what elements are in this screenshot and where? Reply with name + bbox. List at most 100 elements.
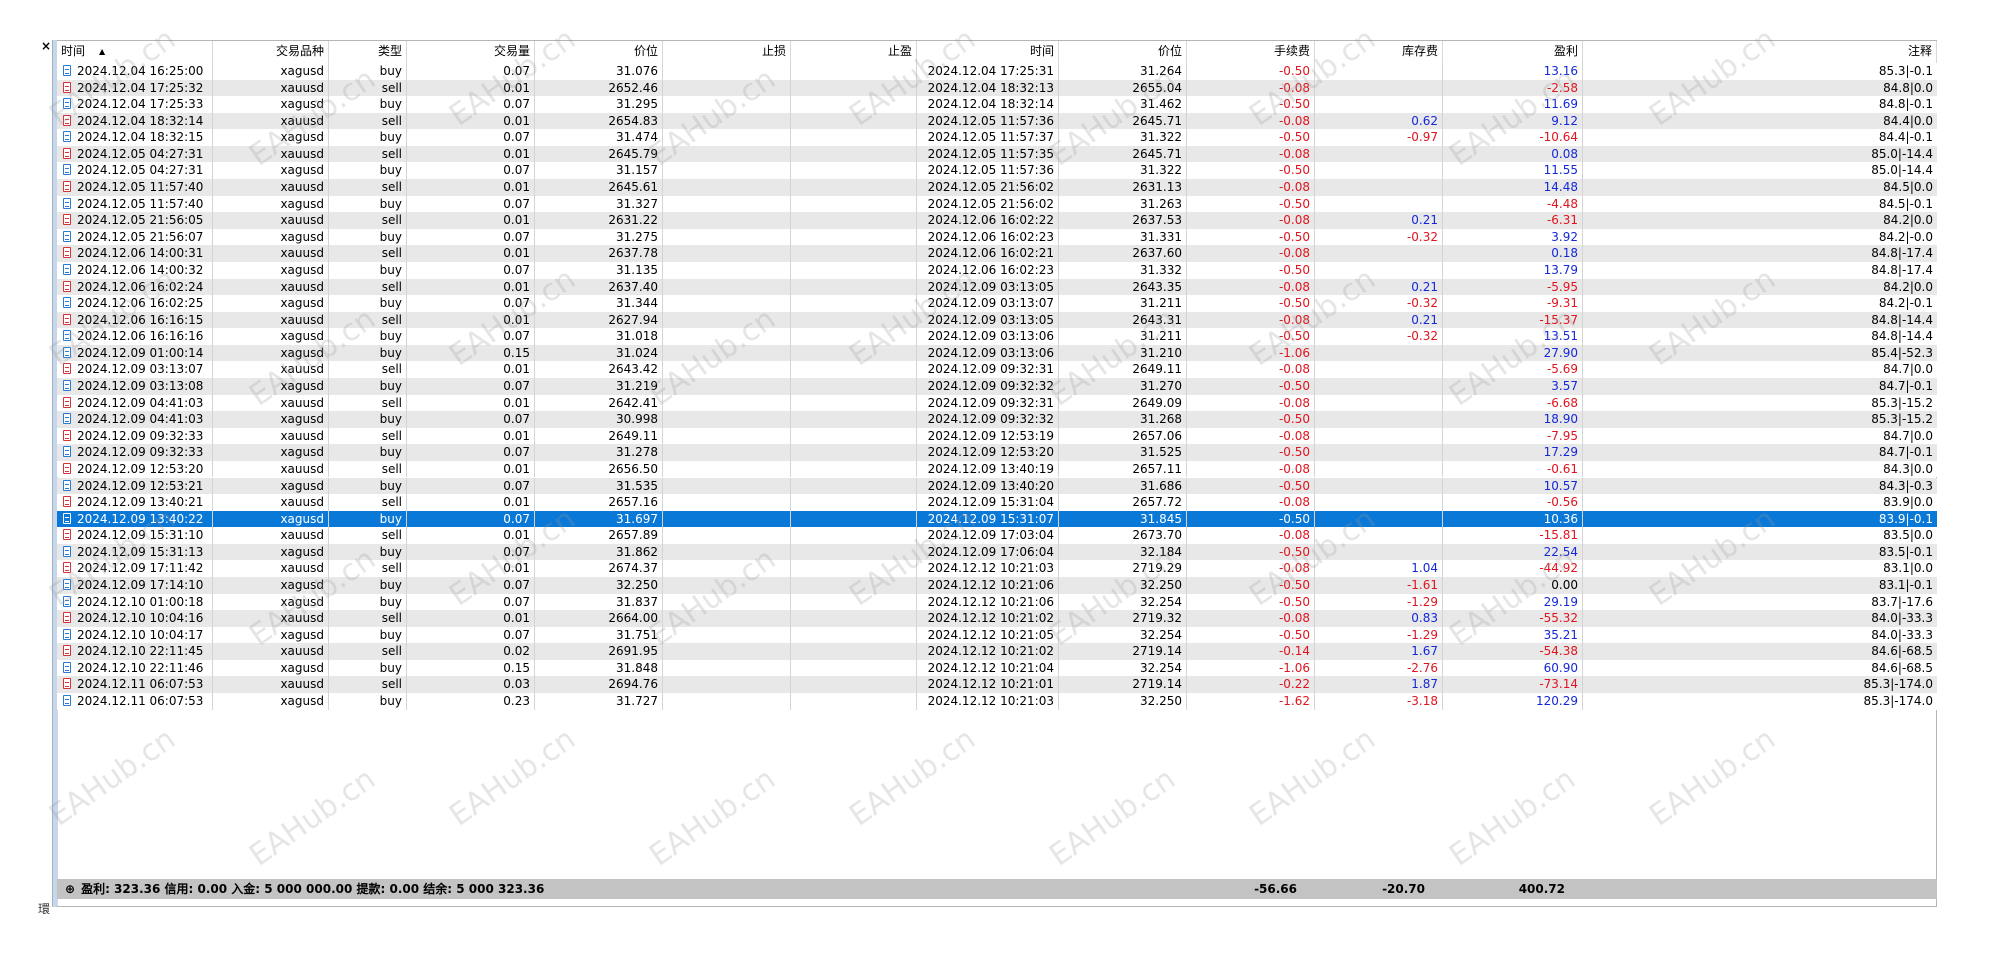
col-open-price[interactable]: 价位	[535, 41, 663, 63]
table-row[interactable]: 2024.12.06 16:16:15 xauusd sell 0.01 2627.94…	[57, 311, 1937, 329]
cell-profit: 13.16	[1443, 63, 1583, 80]
close-price-value: 31.686	[1140, 478, 1182, 493]
table-row[interactable]: 2024.12.09 13:40:22 xagusd buy 0.07 31.697 20…	[57, 510, 1937, 528]
symbol-value: xauusd	[280, 146, 324, 161]
col-comment[interactable]: 注释	[1583, 41, 1937, 63]
table-row[interactable]: 2024.12.04 16:25:00 xagusd buy 0.07 31.076 20…	[57, 63, 1937, 80]
table-row[interactable]: 2024.12.11 06:07:53 xauusd sell 0.03 2694.76…	[57, 676, 1937, 694]
cell-open-time: 2024.12.05 04:27:31	[57, 162, 213, 180]
cell-stop-loss	[663, 129, 791, 146]
col-take-profit[interactable]: 止盈	[791, 41, 917, 63]
table-row[interactable]: 2024.12.04 17:25:33 xagusd buy 0.07 31.295 20…	[57, 96, 1937, 113]
table-row[interactable]: 2024.12.09 17:14:10 xagusd buy 0.07 32.250 20…	[57, 576, 1937, 594]
table-row[interactable]: 2024.12.09 12:53:21 xagusd buy 0.07 31.535 20…	[57, 477, 1937, 495]
cell-take-profit	[791, 543, 917, 561]
cell-commission: -1.06	[1187, 659, 1315, 677]
expand-icon[interactable]: ⊕	[65, 882, 75, 896]
commission-value: -0.50	[1278, 627, 1310, 642]
cell-stop-loss	[663, 145, 791, 163]
table-row[interactable]: 2024.12.11 06:07:53 xagusd buy 0.23 31.727 20…	[57, 693, 1937, 710]
cell-close-time: 2024.12.09 15:31:07	[917, 510, 1059, 528]
type-value: sell	[381, 395, 402, 410]
col-commission[interactable]: 手续费	[1187, 41, 1315, 63]
open-time-value: 2024.12.05 21:56:07	[77, 229, 204, 244]
table-row[interactable]: 2024.12.05 11:57:40 xauusd sell 0.01 2645.61…	[57, 179, 1937, 196]
table-row[interactable]: 2024.12.09 03:13:07 xauusd sell 0.01 2643.42…	[57, 361, 1937, 379]
cell-comment: 84.2|-0.1	[1583, 295, 1937, 312]
cell-close-price: 32.254	[1059, 659, 1187, 677]
table-row[interactable]: 2024.12.09 13:40:21 xauusd sell 0.01 2657.16…	[57, 494, 1937, 511]
col-close-time[interactable]: 时间	[917, 41, 1059, 63]
cell-commission: -0.50	[1187, 593, 1315, 611]
table-row[interactable]: 2024.12.09 15:31:10 xauusd sell 0.01 2657.89…	[57, 527, 1937, 544]
table-row[interactable]: 2024.12.10 22:11:46 xagusd buy 0.15 31.848 20…	[57, 659, 1937, 677]
table-row[interactable]: 2024.12.05 04:27:31 xauusd sell 0.01 2645.79…	[57, 145, 1937, 163]
table-row[interactable]: 2024.12.09 01:00:14 xagusd buy 0.15 31.024 20…	[57, 344, 1937, 362]
volume-value: 0.01	[503, 528, 530, 543]
open-time-value: 2024.12.09 15:31:10	[77, 528, 204, 543]
table-row[interactable]: 2024.12.04 18:32:15 xagusd buy 0.07 31.474 20…	[57, 129, 1937, 146]
cell-swap: -2.76	[1315, 659, 1443, 677]
comment-value: 83.9|0.0	[1883, 495, 1933, 510]
table-row[interactable]: 2024.12.06 16:02:24 xauusd sell 0.01 2637.40…	[57, 278, 1937, 296]
col-close-price[interactable]: 价位	[1059, 41, 1187, 63]
table-row[interactable]: 2024.12.05 21:56:07 xagusd buy 0.07 31.275 20…	[57, 228, 1937, 246]
close-price-value: 2657.06	[1132, 428, 1182, 443]
table-row[interactable]: 2024.12.10 01:00:18 xagusd buy 0.07 31.837 20…	[57, 593, 1937, 611]
table-row[interactable]: 2024.12.04 18:32:14 xauusd sell 0.01 2654.83…	[57, 112, 1937, 130]
table-row[interactable]: 2024.12.09 04:41:03 xauusd sell 0.01 2642.41…	[57, 394, 1937, 412]
table-row[interactable]: 2024.12.09 09:32:33 xagusd buy 0.07 31.278 20…	[57, 444, 1937, 461]
table-row[interactable]: 2024.12.05 04:27:31 xagusd buy 0.07 31.157 20…	[57, 162, 1937, 180]
side-tab-label[interactable]: 環	[38, 900, 50, 917]
table-row[interactable]: 2024.12.05 21:56:05 xauusd sell 0.01 2631.22…	[57, 212, 1937, 229]
table-row[interactable]: 2024.12.06 14:00:31 xauusd sell 0.01 2637.78…	[57, 245, 1937, 262]
table-row[interactable]: 2024.12.10 10:04:17 xagusd buy 0.07 31.751 20…	[57, 626, 1937, 644]
profit-value: 17.29	[1543, 445, 1578, 460]
table-row[interactable]: 2024.12.09 04:41:03 xagusd buy 0.07 30.998 20…	[57, 411, 1937, 428]
table-row[interactable]: 2024.12.09 09:32:33 xauusd sell 0.01 2649.11…	[57, 427, 1937, 445]
cell-comment: 84.8|-17.4	[1583, 262, 1937, 279]
cell-stop-loss	[663, 444, 791, 461]
cell-profit: 3.57	[1443, 378, 1583, 395]
commission-value: -0.50	[1278, 544, 1310, 559]
cell-open-price: 2643.42	[535, 361, 663, 379]
table-row[interactable]: 2024.12.05 11:57:40 xagusd buy 0.07 31.327 20…	[57, 195, 1937, 213]
cell-volume: 0.01	[407, 179, 535, 196]
open-time-value: 2024.12.04 16:25:00	[77, 64, 204, 78]
col-symbol[interactable]: 交易品种	[213, 41, 329, 63]
cell-swap	[1315, 510, 1443, 528]
col-stop-loss[interactable]: 止损	[663, 41, 791, 63]
cell-symbol: xagusd	[213, 444, 329, 461]
cell-close-time: 2024.12.06 16:02:22	[917, 212, 1059, 229]
cell-symbol: xauusd	[213, 394, 329, 412]
table-row[interactable]: 2024.12.06 14:00:32 xagusd buy 0.07 31.135 20…	[57, 261, 1937, 279]
cell-open-price: 2652.46	[535, 79, 663, 97]
col-swap[interactable]: 库存费	[1315, 41, 1443, 63]
buy-order-icon	[63, 661, 71, 673]
cell-open-time: 2024.12.11 06:07:53	[57, 693, 213, 710]
summary-commission: -56.66	[1254, 882, 1297, 896]
table-row[interactable]: 2024.12.09 12:53:20 xauusd sell 0.01 2656.50…	[57, 460, 1937, 478]
close-icon[interactable]: ×	[41, 40, 51, 52]
table-row[interactable]: 2024.12.06 16:02:25 xagusd buy 0.07 31.344 20…	[57, 295, 1937, 312]
cell-volume: 0.01	[407, 527, 535, 544]
table-row[interactable]: 2024.12.10 22:11:45 xauusd sell 0.02 2691.95…	[57, 643, 1937, 660]
buy-order-icon	[63, 263, 71, 275]
table-row[interactable]: 2024.12.09 15:31:13 xagusd buy 0.07 31.862 20…	[57, 543, 1937, 561]
symbol-value: xauusd	[280, 279, 324, 294]
table-row[interactable]: 2024.12.06 16:16:16 xagusd buy 0.07 31.018 20…	[57, 328, 1937, 345]
table-row[interactable]: 2024.12.09 03:13:08 xagusd buy 0.07 31.219 20…	[57, 378, 1937, 395]
swap-value: 1.87	[1411, 677, 1438, 692]
cell-take-profit	[791, 261, 917, 279]
col-type[interactable]: 类型	[329, 41, 407, 63]
table-row[interactable]: 2024.12.09 17:11:42 xauusd sell 0.01 2674.37…	[57, 560, 1937, 577]
comment-value: 84.4|-0.1	[1878, 130, 1933, 145]
table-row[interactable]: 2024.12.10 10:04:16 xauusd sell 0.01 2664.00…	[57, 610, 1937, 627]
sell-order-icon	[63, 678, 71, 690]
col-volume[interactable]: 交易量	[407, 41, 535, 63]
col-profit[interactable]: 盈利	[1443, 41, 1583, 63]
table-row[interactable]: 2024.12.04 17:25:32 xauusd sell 0.01 2652.46…	[57, 79, 1937, 97]
col-open-time[interactable]: 时间 ▲	[57, 41, 213, 63]
cell-open-time: 2024.12.06 16:02:24	[57, 278, 213, 296]
cell-commission: -0.08	[1187, 245, 1315, 262]
